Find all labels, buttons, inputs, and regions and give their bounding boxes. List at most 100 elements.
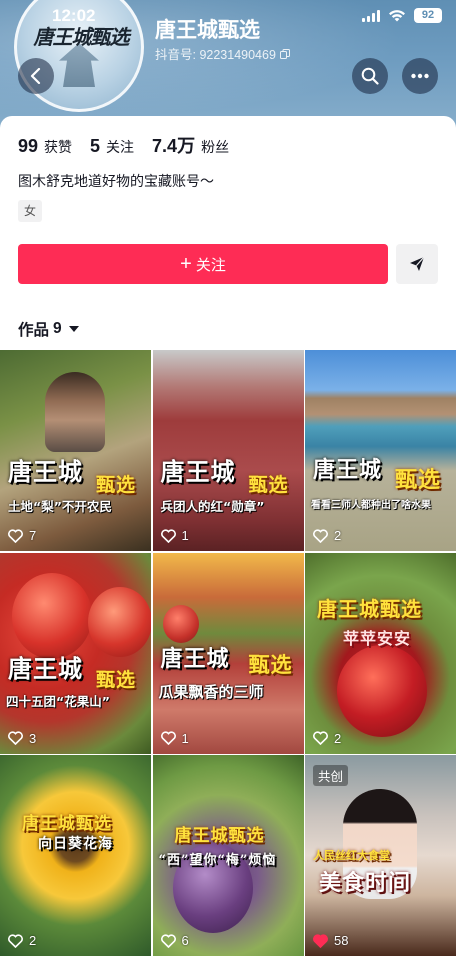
follow-button-label: 关注 — [195, 256, 226, 274]
search-button[interactable] — [352, 58, 388, 94]
send-icon — [410, 256, 425, 271]
tile-title-accent: 甄选 — [248, 651, 293, 677]
works-grid: 唐王城 甄选 土地“梨”不开农民 7 唐王城 甄选 兵团人的红“勋章” 1 唐王… — [0, 350, 456, 956]
status-indicators: 92 — [362, 8, 442, 23]
like-count: 1 — [181, 528, 189, 543]
video-tile[interactable]: 唐王城 甄选 四十五团“花果山” 3 — [0, 552, 151, 754]
stat-followers[interactable]: 7.4万 粉丝 — [152, 132, 229, 158]
tile-likes: 1 — [160, 730, 189, 746]
profile-header: 唐王城甄选 12:02 92 唐王城甄选 抖音号: 92231490469 — [0, 0, 456, 130]
thumbnail-image — [45, 372, 105, 452]
thumbnail-image — [12, 572, 92, 659]
back-button[interactable] — [18, 58, 54, 94]
video-tile[interactable]: 共创 人民丝红大食堂 美食时间 58 — [305, 755, 456, 956]
plus-icon: + — [180, 253, 192, 275]
tile-title-accent: 甄选 — [395, 467, 442, 493]
more-dots-icon — [411, 73, 429, 79]
tile-title: 唐王城甄选 — [22, 814, 112, 834]
share-button[interactable] — [396, 244, 438, 284]
profile-id-text: 抖音号: 92231490469 — [155, 48, 276, 62]
copy-icon[interactable] — [279, 48, 290, 59]
tile-likes: 7 — [8, 528, 36, 543]
thumbnail-image — [88, 586, 151, 657]
works-label: 作品 — [18, 322, 50, 339]
more-options-button[interactable] — [402, 58, 438, 94]
tile-title-accent: 苹苹安安 — [343, 628, 412, 648]
tile-title-accent: 甄选 — [96, 668, 137, 691]
heart-outline-icon — [160, 731, 176, 745]
works-tab[interactable]: 作品 9 — [18, 318, 79, 340]
video-tile[interactable]: 唐王城 甄选 土地“梨”不开农民 7 — [0, 350, 151, 551]
tile-title: 唐王城 — [160, 645, 230, 672]
profile-stats: 99 获赞 5 关注 7.4万 粉丝 — [18, 132, 229, 158]
stat-following[interactable]: 5 关注 — [90, 136, 134, 157]
battery-indicator: 92 — [414, 8, 442, 23]
profile-card: 99 获赞 5 关注 7.4万 粉丝 图木舒克地道好物的宝藏账号～ 女 + 关注… — [0, 116, 456, 956]
stat-likes[interactable]: 99 获赞 — [18, 136, 72, 157]
tile-title: 唐王城甄选 — [317, 596, 422, 621]
heart-outline-icon — [313, 528, 328, 543]
tile-title: 唐王城甄选 — [174, 826, 265, 846]
tile-title: 人民丝红大食堂 — [313, 849, 390, 862]
heart-outline-icon — [160, 933, 176, 948]
tile-likes: 2 — [313, 528, 341, 543]
tile-likes: 1 — [160, 528, 189, 543]
chevron-left-icon — [30, 68, 41, 84]
stat-likes-label: 获赞 — [44, 139, 73, 155]
stat-following-value: 5 — [90, 136, 101, 156]
video-tile[interactable]: 唐王城 甄选 兵团人的红“勋章” 1 — [152, 350, 304, 551]
tile-subtitle: 四十五团“花果山” — [6, 693, 110, 709]
tile-title-accent: 向日葵花海 — [38, 836, 113, 852]
video-tile[interactable]: 唐王城甄选 苹苹安安 2 — [305, 552, 456, 754]
video-tile[interactable]: 唐王城 甄选 瓜果飘香的三师 1 — [152, 552, 304, 754]
profile-bio: 图木舒克地道好物的宝藏账号～ — [18, 173, 214, 189]
heart-filled-icon — [313, 933, 328, 948]
tile-title-accent: 美食时间 — [319, 870, 412, 896]
like-count: 3 — [29, 730, 37, 746]
like-count: 6 — [181, 933, 189, 948]
video-tile[interactable]: 唐王城甄选 “西”望你“梅”烦恼 6 — [152, 755, 304, 956]
thumbnail-image — [337, 644, 427, 737]
tile-title-accent: “西”望你“梅”烦恼 — [158, 853, 277, 868]
follow-button[interactable]: + 关注 — [18, 244, 388, 284]
video-tile[interactable]: 唐王城甄选 向日葵花海 2 — [0, 755, 151, 956]
tile-likes: 3 — [8, 731, 36, 746]
stat-following-label: 关注 — [106, 139, 135, 155]
tile-likes: 58 — [313, 933, 348, 948]
tile-title-accent: 甄选 — [96, 474, 137, 496]
search-icon — [361, 67, 379, 85]
profile-id[interactable]: 抖音号: 92231490469 — [155, 44, 290, 63]
co-creation-badge: 共创 — [313, 765, 349, 786]
tile-title: 唐王城 — [313, 457, 383, 483]
caret-down-icon — [68, 326, 79, 332]
tile-subtitle: 兵团人的红“勋章” — [160, 499, 265, 514]
heart-outline-icon — [160, 528, 176, 543]
tile-subtitle: 瓜果飘香的三师 — [158, 682, 264, 701]
like-count: 2 — [334, 528, 342, 543]
like-count: 58 — [334, 933, 349, 948]
tile-title: 唐王城 — [8, 653, 83, 683]
tile-likes: 2 — [8, 933, 36, 948]
tile-subtitle: 土地“梨”不开农民 — [8, 499, 112, 514]
stat-likes-value: 99 — [18, 136, 39, 156]
status-time: 12:02 — [52, 6, 96, 25]
like-count: 7 — [29, 528, 37, 543]
video-tile[interactable]: 唐王城 甄选 看看三师人都种出了啥水果 2 — [305, 350, 456, 551]
wifi-icon — [389, 9, 405, 21]
gender-tag: 女 — [18, 200, 43, 222]
stat-followers-label: 粉丝 — [201, 139, 230, 155]
cellular-signal-icon — [362, 9, 380, 22]
stat-followers-value: 7.4万 — [152, 136, 196, 156]
tile-title-accent: 甄选 — [248, 474, 289, 496]
profile-name: 唐王城甄选 — [155, 19, 260, 42]
heart-outline-icon — [8, 528, 23, 543]
works-count: 9 — [53, 320, 62, 337]
tile-likes: 2 — [313, 731, 341, 746]
like-count: 1 — [181, 730, 189, 746]
like-count: 2 — [334, 730, 342, 746]
thumbnail-image — [162, 604, 199, 643]
tile-title: 唐王城 — [8, 457, 83, 486]
heart-outline-icon — [8, 933, 23, 948]
heart-outline-icon — [313, 731, 328, 745]
like-count: 2 — [29, 933, 37, 948]
